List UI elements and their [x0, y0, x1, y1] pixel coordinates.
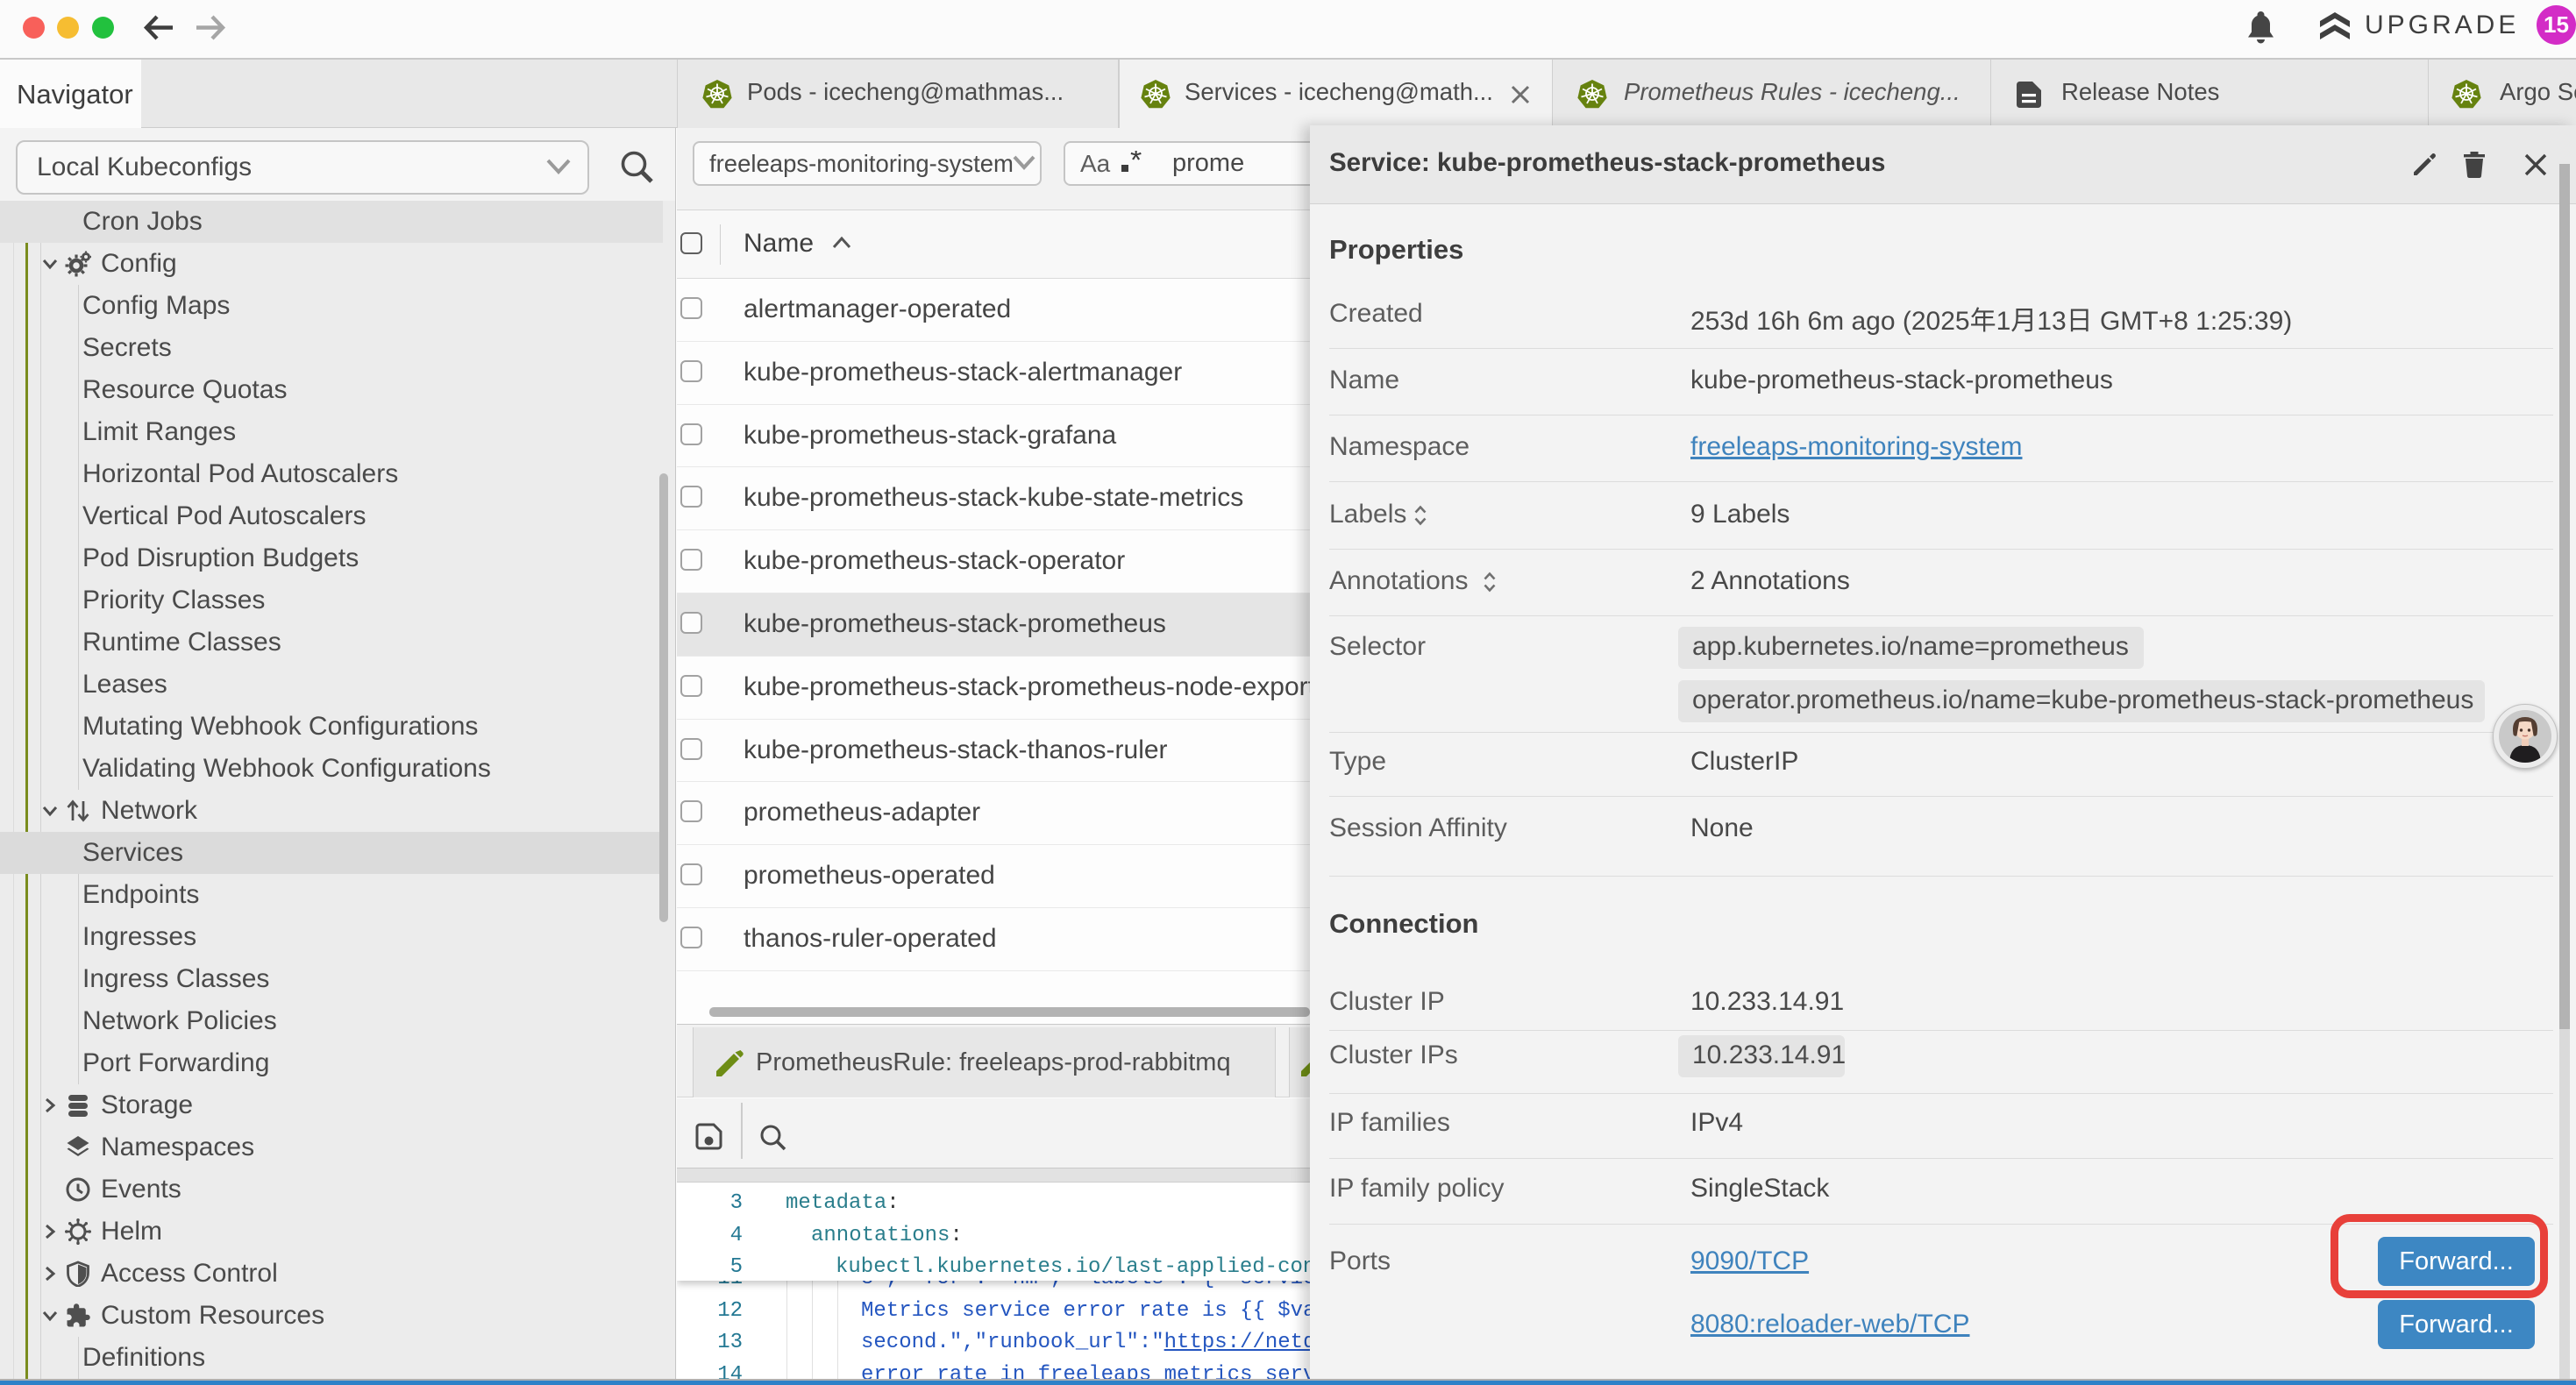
svg-text:*: * — [1130, 151, 1142, 177]
